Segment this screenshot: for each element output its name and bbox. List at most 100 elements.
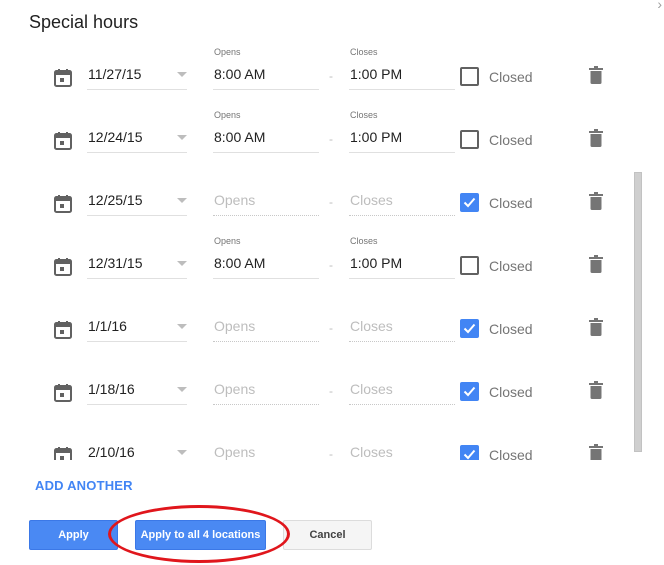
- dialog-title: Special hours: [29, 12, 139, 32]
- time-range-separator: -: [329, 321, 333, 335]
- opens-label: Opens: [214, 236, 241, 246]
- trash-icon[interactable]: [588, 66, 604, 84]
- date-value: 12/25/15: [88, 192, 143, 208]
- opens-time-value: Opens: [214, 444, 256, 460]
- dropdown-arrow-icon: [177, 135, 187, 140]
- opens-time-input[interactable]: 8:00 AM: [213, 62, 319, 90]
- apply-button[interactable]: Apply: [29, 520, 118, 550]
- opens-time-input[interactable]: Opens: [213, 188, 319, 216]
- dropdown-arrow-icon: [177, 324, 187, 329]
- opens-time-value: 8:00 AM: [214, 66, 266, 82]
- special-hours-row: 12/24/15 Opens Closes 8:00 AM - 1:00 PM Closed: [0, 88, 630, 153]
- date-select[interactable]: 12/24/15: [87, 125, 187, 153]
- closes-time-value: 1:00 PM: [350, 255, 403, 271]
- closes-label: Closes: [350, 236, 378, 246]
- closes-time-input[interactable]: Closes: [349, 314, 455, 342]
- time-range-separator: -: [329, 258, 333, 272]
- calendar-icon[interactable]: [53, 131, 73, 151]
- calendar-icon[interactable]: [53, 257, 73, 277]
- calendar-icon[interactable]: [53, 383, 73, 403]
- special-hours-row: 11/27/15 Opens Closes 8:00 AM - 1:00 PM Closed: [0, 40, 630, 90]
- trash-icon[interactable]: [588, 192, 604, 210]
- closed-checkbox[interactable]: [460, 193, 479, 212]
- opens-time-value: Opens: [214, 381, 256, 397]
- closed-label: Closed: [489, 195, 533, 211]
- opens-time-input[interactable]: Opens: [213, 377, 319, 405]
- opens-time-input[interactable]: Opens: [213, 314, 319, 342]
- date-select[interactable]: 12/25/15: [87, 188, 187, 216]
- trash-icon[interactable]: [588, 318, 604, 336]
- dropdown-arrow-icon: [177, 387, 187, 392]
- trash-icon[interactable]: [588, 444, 604, 460]
- dropdown-arrow-icon: [177, 198, 187, 203]
- special-hours-row: 2/10/16 Opens - Closes Closed: [0, 403, 630, 460]
- opens-time-value: Opens: [214, 192, 256, 208]
- closes-time-input[interactable]: 1:00 PM: [349, 251, 455, 279]
- closes-time-input[interactable]: Closes: [349, 377, 455, 405]
- special-hours-row: 1/1/16 Opens - Closes Closed: [0, 277, 630, 342]
- dropdown-arrow-icon: [177, 261, 187, 266]
- calendar-icon[interactable]: [53, 68, 73, 88]
- closes-time-input[interactable]: 1:00 PM: [349, 125, 455, 153]
- closes-time-value: 1:00 PM: [350, 66, 403, 82]
- opens-time-input[interactable]: 8:00 AM: [213, 251, 319, 279]
- opens-time-value: Opens: [214, 318, 256, 334]
- closes-time-input[interactable]: Closes: [349, 188, 455, 216]
- calendar-icon[interactable]: [53, 446, 73, 460]
- closed-label: Closed: [489, 132, 533, 148]
- closes-time-value: Closes: [350, 381, 393, 397]
- date-select[interactable]: 1/18/16: [87, 377, 187, 405]
- closes-label: Closes: [350, 110, 378, 120]
- special-hours-row: 12/31/15 Opens Closes 8:00 AM - 1:00 PM Closed: [0, 214, 630, 279]
- date-value: 1/18/16: [88, 381, 135, 397]
- closes-time-value: Closes: [350, 318, 393, 334]
- date-value: 12/24/15: [88, 129, 143, 145]
- opens-time-input[interactable]: Opens: [213, 440, 319, 460]
- apply-to-all-locations-button[interactable]: Apply to all 4 locations: [135, 520, 266, 550]
- closed-label: Closed: [489, 384, 533, 400]
- date-select[interactable]: 1/1/16: [87, 314, 187, 342]
- closed-label: Closed: [489, 447, 533, 460]
- opens-time-value: 8:00 AM: [214, 255, 266, 271]
- date-value: 11/27/15: [88, 66, 142, 82]
- opens-time-input[interactable]: 8:00 AM: [213, 125, 319, 153]
- close-icon[interactable]: ›: [657, 0, 662, 12]
- closes-time-input[interactable]: 1:00 PM: [349, 62, 455, 90]
- closed-checkbox[interactable]: [460, 445, 479, 460]
- time-range-separator: -: [329, 447, 333, 460]
- date-value: 1/1/16: [88, 318, 127, 334]
- opens-time-value: 8:00 AM: [214, 129, 266, 145]
- cancel-button[interactable]: Cancel: [283, 520, 372, 550]
- special-hours-row: 1/18/16 Opens - Closes Closed: [0, 340, 630, 405]
- time-range-separator: -: [329, 384, 333, 398]
- calendar-icon[interactable]: [53, 320, 73, 340]
- time-range-separator: -: [329, 132, 333, 146]
- closed-label: Closed: [489, 69, 533, 85]
- add-another-link[interactable]: ADD ANOTHER: [35, 478, 133, 493]
- date-select[interactable]: 2/10/16: [87, 440, 187, 460]
- closed-checkbox[interactable]: [460, 130, 479, 149]
- closes-time-input[interactable]: Closes: [349, 440, 455, 460]
- closed-checkbox[interactable]: [460, 319, 479, 338]
- date-select[interactable]: 11/27/15: [87, 62, 187, 90]
- closed-checkbox[interactable]: [460, 382, 479, 401]
- closed-label: Closed: [489, 258, 533, 274]
- special-hours-row: 12/25/15 Opens - Closes Closed: [0, 151, 630, 216]
- date-value: 12/31/15: [88, 255, 143, 271]
- closed-checkbox[interactable]: [460, 256, 479, 275]
- time-range-separator: -: [329, 69, 333, 83]
- scrollbar-thumb[interactable]: [634, 172, 642, 452]
- trash-icon[interactable]: [588, 129, 604, 147]
- trash-icon[interactable]: [588, 255, 604, 273]
- closed-label: Closed: [489, 321, 533, 337]
- dropdown-arrow-icon: [177, 450, 187, 455]
- closes-time-value: Closes: [350, 192, 393, 208]
- opens-label: Opens: [214, 110, 241, 120]
- trash-icon[interactable]: [588, 381, 604, 399]
- opens-label: Opens: [214, 47, 241, 57]
- special-hours-dialog: › Special hours 11/27/15 Opens Closes 8:00 …: [0, 0, 664, 565]
- date-select[interactable]: 12/31/15: [87, 251, 187, 279]
- closed-checkbox[interactable]: [460, 67, 479, 86]
- closes-time-value: 1:00 PM: [350, 129, 403, 145]
- calendar-icon[interactable]: [53, 194, 73, 214]
